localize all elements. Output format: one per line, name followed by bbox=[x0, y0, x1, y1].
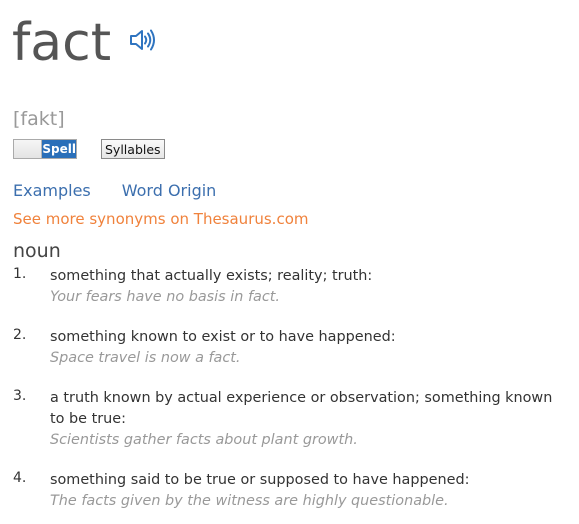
headword: fact bbox=[12, 13, 112, 73]
syllables-button[interactable]: Syllables bbox=[101, 139, 165, 159]
thesaurus-link[interactable]: See more synonyms on Thesaurus.com bbox=[13, 210, 308, 228]
part-of-speech: noun bbox=[13, 240, 61, 262]
examples-link[interactable]: Examples bbox=[13, 181, 91, 200]
definition-text: something known to exist or to have happ… bbox=[50, 329, 396, 345]
definition-example: Your fears have no basis in fact. bbox=[50, 289, 280, 305]
definition-text: a truth known by actual experience or ob… bbox=[50, 390, 553, 427]
definition-number: 4. bbox=[13, 470, 27, 486]
pronunciation: [fakt] bbox=[13, 108, 65, 130]
definition-number: 3. bbox=[13, 388, 27, 404]
definition-text: something that actually exists; reality;… bbox=[50, 268, 373, 284]
entry-links: Examples Word Origin bbox=[13, 181, 216, 200]
definition-number: 2. bbox=[13, 327, 27, 343]
definition-example: The facts given by the witness are highl… bbox=[50, 493, 449, 509]
spell-toggle[interactable]: Spell bbox=[13, 139, 77, 159]
headword-row: fact bbox=[12, 8, 157, 78]
spell-toggle-label: Spell bbox=[42, 140, 76, 158]
definition-number: 1. bbox=[13, 266, 27, 282]
definition-text: something said to be true or supposed to… bbox=[50, 472, 470, 488]
word-origin-link[interactable]: Word Origin bbox=[122, 181, 217, 200]
definition-example: Space travel is now a fact. bbox=[50, 350, 241, 366]
definition-example: Scientists gather facts about plant grow… bbox=[50, 432, 358, 448]
speaker-icon[interactable] bbox=[129, 27, 157, 53]
toggle-knob bbox=[14, 140, 43, 158]
pronunciation-controls: Spell Syllables bbox=[13, 139, 165, 159]
